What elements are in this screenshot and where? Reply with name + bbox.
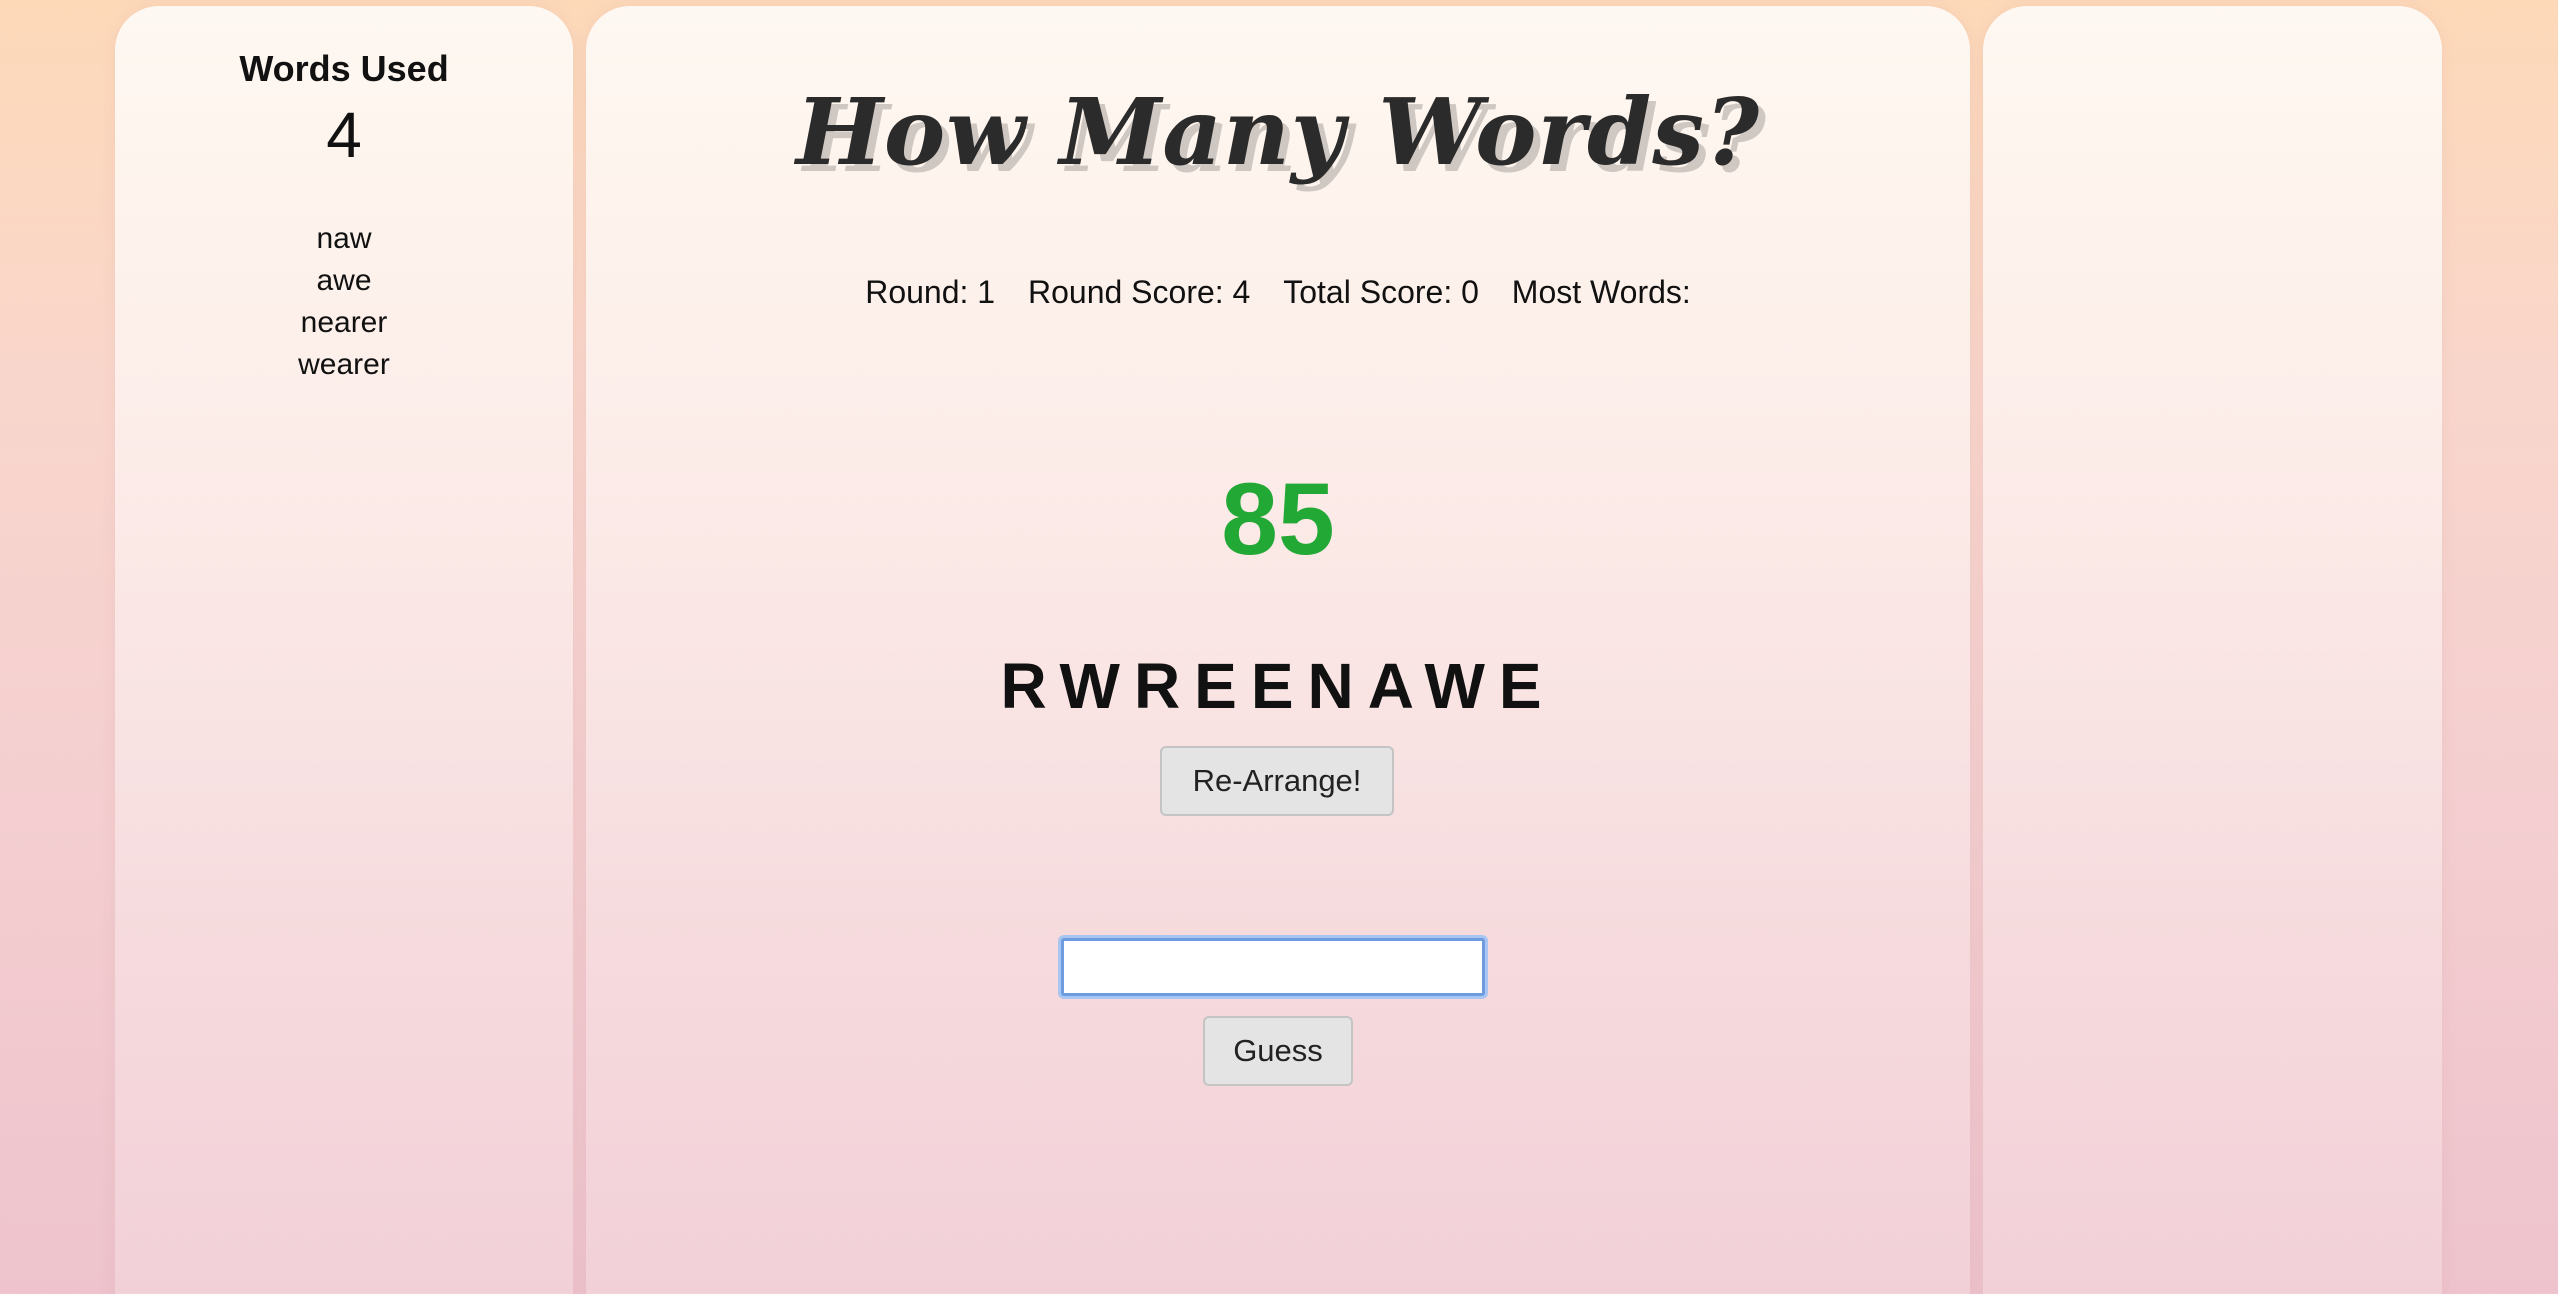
game-panel: How Many Words? Round: 1 Round Score: 4 … (586, 6, 1970, 1294)
used-word-item: nearer (300, 306, 388, 339)
round-stat: Round: 1 (865, 274, 996, 310)
most-words-stat: Most Words: (1511, 274, 1691, 310)
scrambled-letters: RWREENAWE (1000, 650, 1556, 722)
round-score-stat: Round Score: 4 (1027, 274, 1251, 310)
words-used-title: Words Used (239, 48, 449, 89)
rearrange-button[interactable]: Re-Arrange! (1160, 746, 1394, 816)
words-used-count: 4 (326, 99, 362, 171)
used-word-item: wearer (298, 348, 390, 381)
used-word-item: awe (316, 264, 372, 297)
guess-input[interactable] (1061, 938, 1485, 996)
guess-button[interactable]: Guess (1203, 1016, 1353, 1086)
game-title: How Many Words? (795, 78, 1761, 186)
stats-row: Round: 1 Round Score: 4 Total Score: 0 M… (586, 274, 1970, 311)
countdown-timer: 85 (1221, 462, 1335, 576)
words-used-panel: Words Used 4 naw awe nearer wearer (115, 6, 573, 1294)
used-word-item: naw (316, 222, 372, 255)
right-side-panel (1983, 6, 2442, 1294)
words-used-list: naw awe nearer wearer (115, 218, 573, 386)
total-score-stat: Total Score: 0 (1283, 274, 1479, 310)
